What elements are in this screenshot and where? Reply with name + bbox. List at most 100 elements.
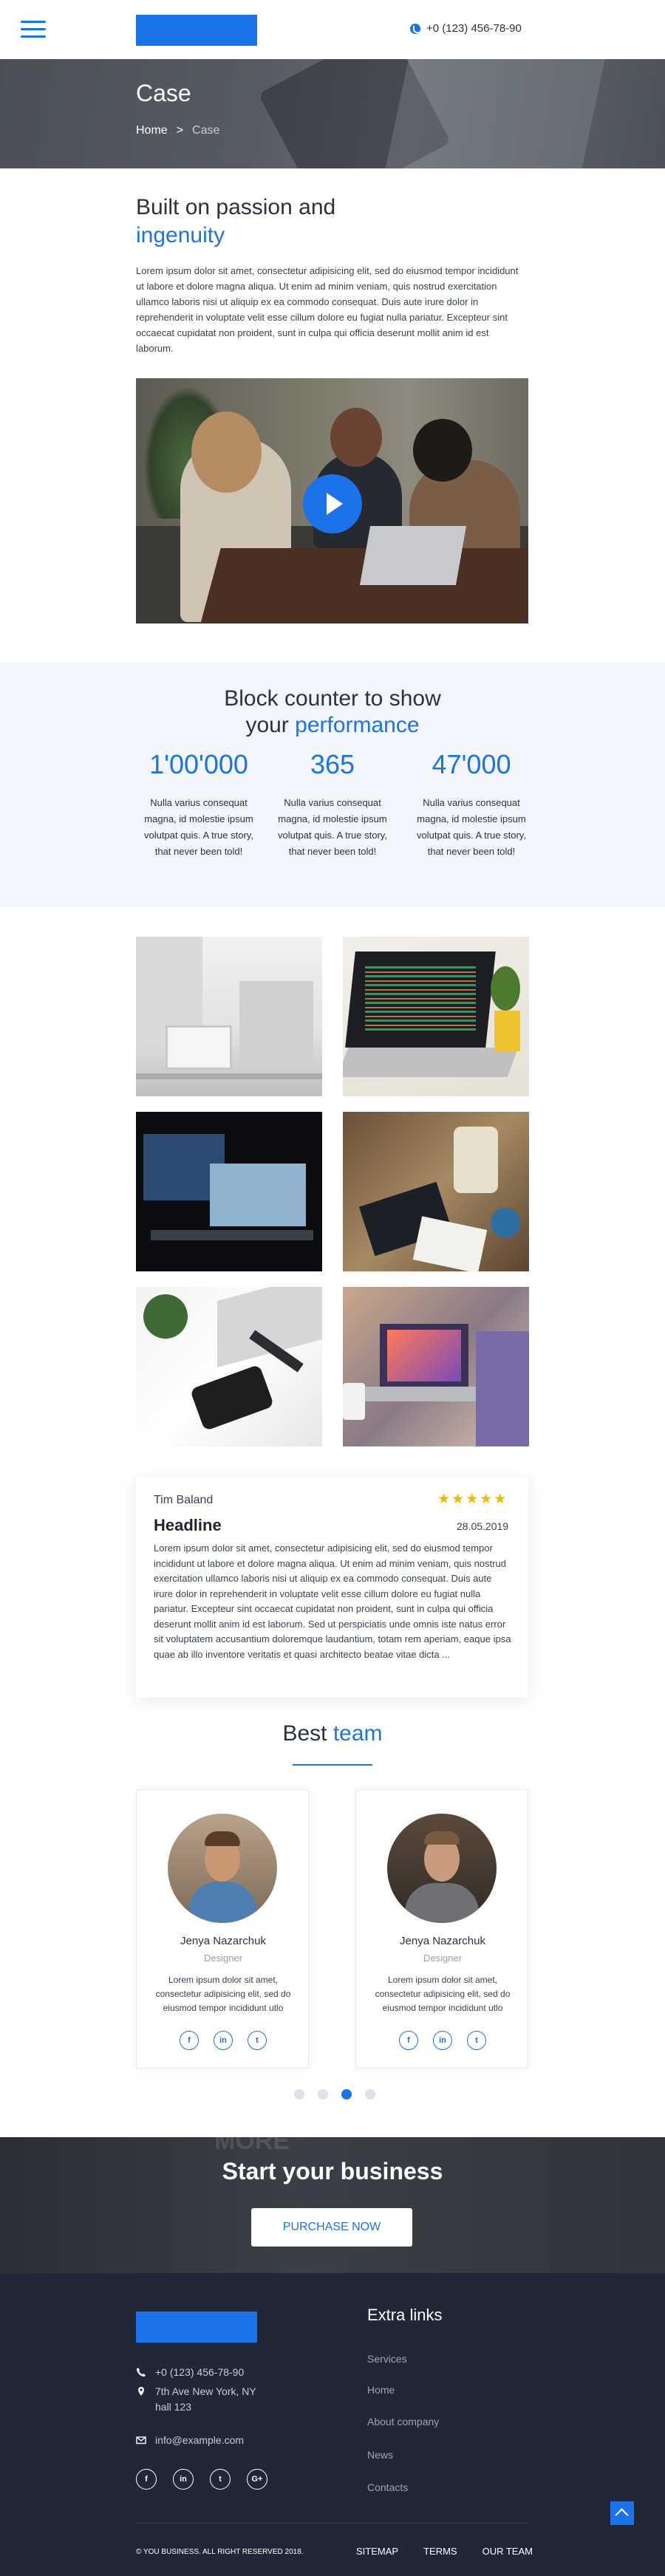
footer-link-home[interactable]: Home <box>367 2384 395 2396</box>
gallery-shape <box>166 1025 232 1070</box>
counter-heading-accent: performance <box>295 713 420 737</box>
avatar-hair <box>205 1831 240 1846</box>
footer: +0 (123) 456-78-90 7th Ave New York, NY … <box>0 2273 665 2576</box>
footer-address-line1: 7th Ave New York, NY <box>155 2385 256 2397</box>
stat-description: Nulla varius consequat magna, id molesti… <box>278 797 387 857</box>
scroll-to-top-icon[interactable] <box>610 2501 634 2525</box>
breadcrumb-home[interactable]: Home <box>136 124 168 137</box>
gallery-shape <box>365 966 476 1033</box>
counter-section: Block counter to show your performance 1… <box>0 662 665 907</box>
footer-phone[interactable]: +0 (123) 456-78-90 <box>136 2365 244 2380</box>
stat-value: 365 <box>310 749 355 779</box>
footer-address: 7th Ave New York, NY hall 123 <box>136 2384 256 2415</box>
footer-phone-number[interactable]: +0 (123) 456-78-90 <box>155 2365 244 2380</box>
team-heading-underline <box>293 1764 372 1766</box>
phone-icon <box>410 23 420 34</box>
cta-banner: MORE Start your business PURCHASE NOW <box>0 2137 665 2273</box>
footer-logo[interactable] <box>136 2312 257 2343</box>
gallery-shape <box>491 966 520 1011</box>
footer-link-contacts[interactable]: Contacts <box>367 2481 408 2493</box>
facebook-icon[interactable]: f <box>180 2031 199 2050</box>
gallery-image-laptop-code[interactable] <box>343 937 529 1096</box>
twitter-icon[interactable]: t <box>467 2031 486 2050</box>
site-logo[interactable] <box>136 15 257 46</box>
member-bio: Lorem ipsum dolor sit amet, consectetur … <box>155 1975 291 2013</box>
intro-heading-accent: ingenuity <box>136 223 225 247</box>
member-role: Designer <box>423 1953 463 1964</box>
stat-value: 47'000 <box>432 749 511 779</box>
gallery-shape <box>365 1387 491 1401</box>
team-heading: Best team <box>0 1721 665 1746</box>
gallery-shape <box>136 1073 322 1079</box>
stat-description: Nulla varius consequat magna, id molesti… <box>144 797 253 857</box>
gallery-shape <box>494 1011 520 1051</box>
gallery-image-office-desk[interactable] <box>136 937 322 1096</box>
gallery-shape <box>151 1230 313 1240</box>
gallery-image-workspace-table[interactable] <box>343 1112 529 1271</box>
video-scene-head <box>191 411 262 493</box>
intro-heading: Built on passion and ingenuity <box>136 194 335 250</box>
googleplus-icon[interactable]: G+ <box>247 2469 267 2490</box>
play-button-icon[interactable] <box>303 474 362 533</box>
member-bio: Lorem ipsum dolor sit amet, consectetur … <box>375 1975 511 2013</box>
header-phone[interactable]: +0 (123) 456-78-90 <box>410 22 522 35</box>
twitter-icon[interactable]: t <box>210 2469 231 2490</box>
gallery-image-dark-monitors[interactable] <box>136 1112 322 1271</box>
stat-value: 1'00'000 <box>149 749 248 779</box>
purchase-now-button[interactable]: PURCHASE NOW <box>251 2208 412 2247</box>
breadcrumb: Home > Case <box>136 124 219 137</box>
gallery-image-macbook-work[interactable] <box>343 1287 529 1446</box>
breadcrumb-current: Case <box>192 124 220 137</box>
footer-nav: SITEMAP TERMS OUR TEAM <box>356 2546 533 2557</box>
footer-socials: f in t G+ <box>136 2469 267 2490</box>
avatar <box>387 1814 497 1923</box>
footer-link-about[interactable]: About company <box>367 2416 439 2428</box>
rating-stars-icon: ★★★★★ <box>437 1492 508 1507</box>
footer-link-services[interactable]: Services <box>367 2353 407 2365</box>
linkedin-icon[interactable]: in <box>214 2031 233 2050</box>
linkedin-icon[interactable]: in <box>173 2469 194 2490</box>
hero-background-paper <box>385 59 605 168</box>
review-author: Tim Baland <box>154 1494 214 1506</box>
footer-nav-sitemap[interactable]: SITEMAP <box>356 2546 398 2557</box>
footer-nav-team[interactable]: OUR TEAM <box>482 2546 533 2557</box>
cta-background-word: MORE <box>214 2137 290 2155</box>
header-phone-number[interactable]: +0 (123) 456-78-90 <box>426 22 522 35</box>
carousel-dot[interactable] <box>318 2089 328 2100</box>
carousel-dot[interactable] <box>294 2089 304 2100</box>
carousel-dot[interactable] <box>365 2089 375 2100</box>
review-text: Lorem ipsum dolor sit amet, consectetur … <box>154 1542 511 1660</box>
member-role: Designer <box>203 1953 243 1964</box>
avatar <box>168 1814 277 1923</box>
linkedin-icon[interactable]: in <box>433 2031 452 2050</box>
stat-description: Nulla varius consequat magna, id molesti… <box>417 797 526 857</box>
footer-link-news[interactable]: News <box>367 2449 393 2461</box>
hamburger-menu-icon[interactable] <box>21 21 46 38</box>
review-headline: Headline <box>154 1516 222 1534</box>
footer-address-line2: hall 123 <box>155 2401 192 2413</box>
footer-divider <box>136 2523 528 2524</box>
footer-email-address[interactable]: info@example.com <box>155 2433 244 2448</box>
carousel-pagination <box>294 2089 375 2100</box>
carousel-dot-active[interactable] <box>341 2089 352 2100</box>
avatar-body <box>405 1883 479 1923</box>
gallery-shape <box>476 1331 529 1446</box>
review-card: Tim Baland ★★★★★ Headline 28.05.2019 Lor… <box>136 1477 528 1698</box>
stat-block: 47'000 Nulla varius consequat magna, id … <box>409 749 534 860</box>
video-scene-head <box>413 419 472 482</box>
video-thumbnail[interactable] <box>136 378 528 623</box>
footer-nav-terms[interactable]: TERMS <box>423 2546 457 2557</box>
gallery-image-phone-watch[interactable] <box>136 1287 322 1446</box>
gallery-shape <box>143 1294 188 1339</box>
twitter-icon[interactable]: t <box>248 2031 267 2050</box>
stat-block: 1'00'000 Nulla varius consequat magna, i… <box>136 749 262 860</box>
footer-email[interactable]: info@example.com <box>136 2433 244 2448</box>
team-heading-accent: team <box>332 1721 383 1746</box>
member-name: Jenya Nazarchuk <box>400 1935 485 1947</box>
gallery-shape <box>387 1330 461 1381</box>
footer-links-title: Extra links <box>367 2306 443 2324</box>
facebook-icon[interactable]: f <box>136 2469 157 2490</box>
facebook-icon[interactable]: f <box>399 2031 418 2050</box>
gallery-shape <box>189 1364 275 1432</box>
member-socials: f in t <box>137 2031 310 2050</box>
